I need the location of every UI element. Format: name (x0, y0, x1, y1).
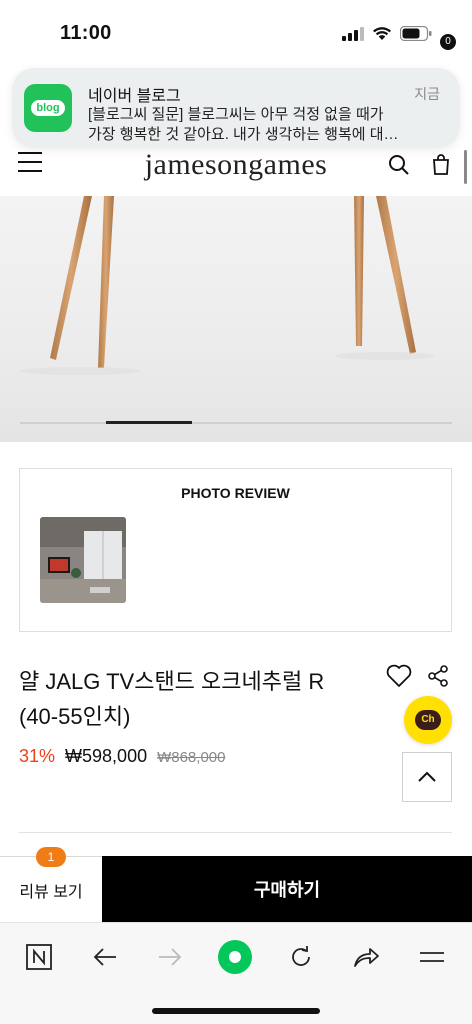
blog-app-label: blog (31, 100, 65, 116)
heart-wishlist-icon[interactable] (386, 664, 412, 688)
signal-icon (342, 26, 364, 41)
buy-now-button[interactable]: 구매하기 (102, 856, 472, 922)
status-bar: 11:00 (0, 0, 472, 64)
menu-icon[interactable] (414, 939, 450, 975)
price-row: 31% ₩598,000 ₩868,000 (19, 746, 225, 767)
status-icons (342, 26, 432, 41)
notification-app-name: 네이버 블로그 (88, 88, 181, 105)
battery-icon (400, 26, 432, 41)
product-name: 얄 JALG TV스탠드 오크네추럴 R (40-55인치) (19, 669, 325, 729)
back-arrow-icon[interactable] (87, 939, 123, 975)
photo-review-title: PHOTO REVIEW (181, 485, 290, 501)
reload-icon[interactable] (283, 939, 319, 975)
kakao-channel-chat-button[interactable]: Ch (404, 696, 452, 744)
green-home-icon[interactable] (217, 939, 253, 975)
photo-review-section: PHOTO REVIEW (19, 468, 452, 632)
chevron-up-icon (418, 771, 436, 782)
share-icon[interactable] (426, 664, 450, 688)
notification-time: 지금 (414, 86, 440, 102)
review-photo-thumbnail[interactable] (40, 517, 126, 603)
tv-stand-legs-image (20, 196, 435, 375)
section-divider (19, 832, 452, 833)
kakao-channel-icon: Ch (415, 710, 441, 730)
review-photo-image (40, 517, 126, 603)
shopping-bag-icon[interactable] (431, 153, 451, 175)
discount-rate: 31% (19, 746, 56, 766)
status-time: 11:00 (60, 22, 112, 44)
forward-arrow-icon[interactable] (152, 939, 188, 975)
naver-n-icon[interactable] (21, 939, 57, 975)
scroll-to-top-button[interactable] (402, 752, 452, 802)
push-notification[interactable]: blog 네이버 블로그 지금 [블로그씨 질문] 블로그씨는 아무 걱정 없을… (12, 68, 460, 148)
share-icon[interactable] (348, 939, 384, 975)
home-indicator[interactable] (152, 1008, 320, 1014)
wifi-icon (373, 27, 391, 40)
carousel-track[interactable] (20, 422, 452, 424)
carousel-position-indicator[interactable] (106, 421, 192, 424)
notification-body: [블로그씨 질문] 블로그씨는 아무 걱정 없을 때가 가장 행복한 것 같아요… (88, 106, 399, 143)
original-price: ₩868,000 (157, 749, 226, 766)
review-count-badge: 1 (36, 847, 66, 867)
product-hero-image[interactable] (0, 196, 472, 442)
search-icon[interactable] (388, 154, 410, 176)
sale-price: ₩598,000 (65, 746, 148, 766)
cart-count-badge: 0 (440, 34, 456, 50)
naver-blog-app-icon: blog (24, 84, 72, 132)
scroll-indicator (464, 150, 467, 184)
